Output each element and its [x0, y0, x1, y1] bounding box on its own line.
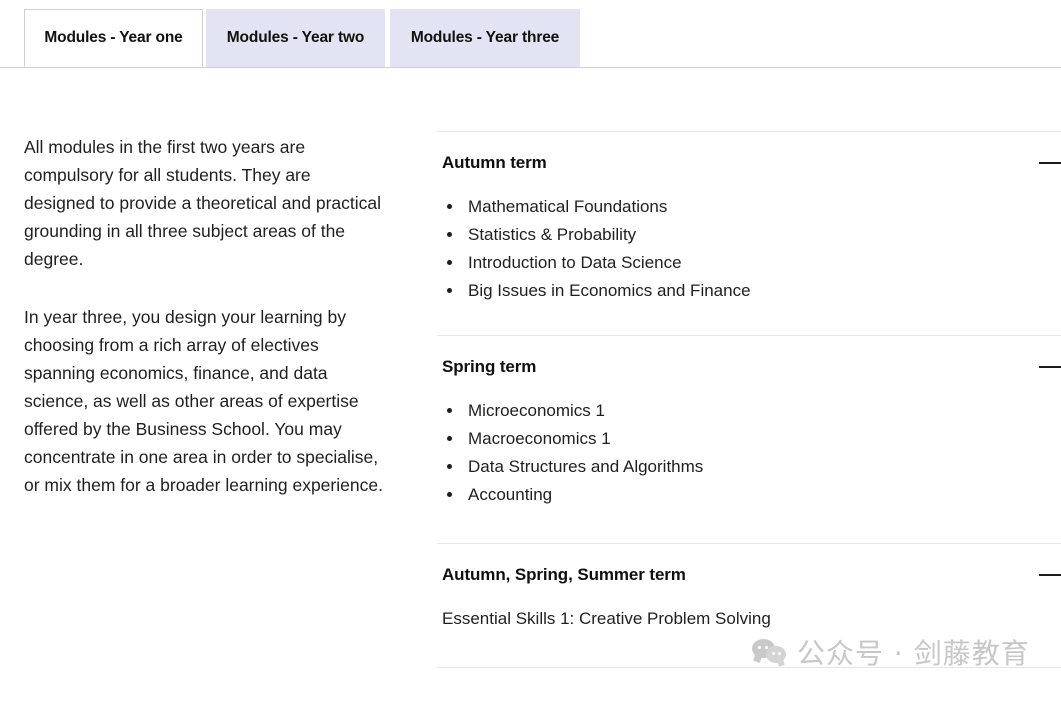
accordion-header-spring-term[interactable]: Spring term: [437, 336, 1061, 397]
accordion-section-autumn-spring-summer-term: Autumn, Spring, Summer term Essential Sk…: [437, 544, 1061, 667]
tab-label: Modules - Year one: [44, 29, 183, 46]
tab-bar: Modules - Year one Modules - Year two Mo…: [0, 0, 1061, 69]
accordion-title: Spring term: [442, 357, 537, 376]
accordion-body-autumn-term: Mathematical Foundations Statistics & Pr…: [437, 193, 1061, 335]
accordion-header-autumn-spring-summer-term[interactable]: Autumn, Spring, Summer term: [437, 544, 1061, 605]
minus-icon[interactable]: [1039, 360, 1061, 374]
modules-accordion: Autumn term Mathematical Foundations Sta…: [437, 131, 1061, 668]
module-list: Microeconomics 1 Macroeconomics 1 Data S…: [442, 397, 1061, 509]
accordion-header-autumn-term[interactable]: Autumn term: [437, 132, 1061, 193]
list-item: Macroeconomics 1: [464, 425, 1061, 453]
tab-modules-year-one[interactable]: Modules - Year one: [24, 9, 203, 67]
tab-label: Modules - Year two: [226, 29, 365, 46]
list-item: Mathematical Foundations: [464, 193, 1061, 221]
accordion-body-autumn-spring-summer-term: Essential Skills 1: Creative Problem Sol…: [437, 605, 1061, 667]
module-list: Mathematical Foundations Statistics & Pr…: [442, 193, 1061, 305]
accordion-section-autumn-term: Autumn term Mathematical Foundations Sta…: [437, 132, 1061, 335]
list-item: Data Structures and Algorithms: [464, 453, 1061, 481]
list-item: Statistics & Probability: [464, 221, 1061, 249]
accordion-divider-bottom: [437, 667, 1061, 668]
accordion-body-spring-term: Microeconomics 1 Macroeconomics 1 Data S…: [437, 397, 1061, 543]
list-item: Accounting: [464, 481, 1061, 509]
accordion-title: Autumn, Spring, Summer term: [442, 565, 686, 584]
accordion-title: Autumn term: [442, 153, 547, 172]
minus-icon[interactable]: [1039, 568, 1061, 582]
accordion-section-spring-term: Spring term Microeconomics 1 Macroeconom…: [437, 336, 1061, 543]
intro-paragraph-2: In year three, you design your learning …: [24, 307, 383, 495]
module-text: Essential Skills 1: Creative Problem Sol…: [442, 609, 771, 628]
tab-panel-year-one: All modules in the first two years are c…: [0, 69, 1061, 701]
tab-modules-year-three[interactable]: Modules - Year three: [390, 9, 580, 67]
intro-text-column: All modules in the first two years are c…: [24, 133, 386, 499]
list-item: Microeconomics 1: [464, 397, 1061, 425]
tab-modules-year-two[interactable]: Modules - Year two: [206, 9, 385, 67]
tab-bar-underline: [0, 67, 1061, 68]
minus-icon[interactable]: [1039, 156, 1061, 170]
intro-paragraph-1: All modules in the first two years are c…: [24, 137, 382, 269]
tab-label: Modules - Year three: [410, 29, 560, 46]
list-item: Big Issues in Economics and Finance: [464, 277, 1061, 305]
list-item: Introduction to Data Science: [464, 249, 1061, 277]
